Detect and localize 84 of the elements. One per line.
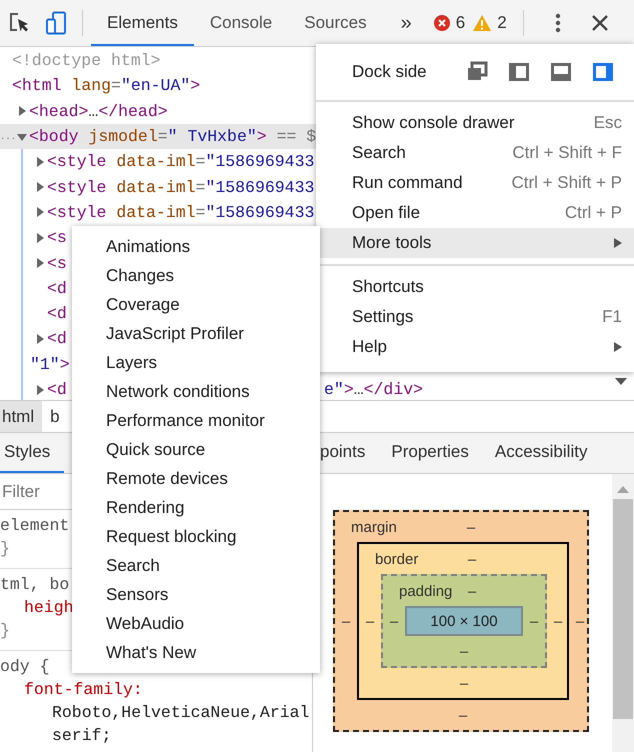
dock-position-icon[interactable] <box>550 61 572 83</box>
code-line[interactable]: <head>…</head> <box>29 102 168 121</box>
code-line[interactable]: <s <box>47 254 67 273</box>
device-toolbar-icon[interactable] <box>44 11 68 35</box>
menu-item[interactable]: Request blocking <box>72 522 320 551</box>
warning-icon <box>473 15 492 31</box>
expand-arrow-icon[interactable] <box>35 182 45 192</box>
dock-position-icon[interactable] <box>592 61 614 83</box>
menu-item[interactable]: Search Ctrl + Shift + F <box>316 138 634 168</box>
css-line: heigh <box>23 598 74 619</box>
menu-item[interactable]: Run command Ctrl + Shift + P <box>316 168 634 198</box>
menu-item[interactable]: Performance monitor <box>72 406 320 435</box>
content-box: 100 × 100 <box>405 606 523 636</box>
panel-tab[interactable]: Sources <box>288 0 383 46</box>
box-value: – <box>468 582 476 600</box>
expand-arrow-icon[interactable] <box>35 207 45 218</box>
css-line: ody { <box>0 657 50 678</box>
menu-item[interactable]: WebAudio <box>72 609 320 638</box>
scrollbar-thumb[interactable] <box>613 499 633 719</box>
css-line: font-family: <box>23 680 143 701</box>
box-label: padding <box>399 582 452 600</box>
code-line[interactable]: <d <box>47 278 67 298</box>
box-value: – <box>458 674 470 694</box>
menu-item[interactable]: Network conditions <box>72 377 320 406</box>
expand-arrow-icon[interactable] <box>17 106 27 116</box>
box-value: – <box>466 518 476 536</box>
error-count: 6 <box>456 13 466 33</box>
scroll-down-icon[interactable] <box>615 378 627 385</box>
sidebar-tab[interactable]: Accessibility <box>494 433 606 473</box>
code-line[interactable]: <style data-iml="1586969433 <box>47 152 314 172</box>
dock-position-icon[interactable] <box>508 61 530 83</box>
css-line: } <box>0 621 10 642</box>
box-value: – <box>528 612 540 632</box>
box-value: – <box>458 642 470 662</box>
box-value: – <box>364 612 376 632</box>
code-line[interactable]: <d <box>47 380 67 399</box>
css-line: serif; <box>51 726 112 747</box>
css-line: element <box>0 516 70 537</box>
expand-arrow-icon[interactable] <box>35 384 45 394</box>
box-value: – <box>388 612 400 632</box>
code-line[interactable]: "1"> <box>30 354 70 374</box>
menu-item[interactable]: Sensors <box>72 580 320 609</box>
breadcrumb[interactable]: html <box>0 401 42 432</box>
panel-tab[interactable]: Console <box>194 0 288 46</box>
menu-item[interactable]: Open file Ctrl + P <box>316 198 634 228</box>
menu-label: Dock side <box>352 62 428 82</box>
code-line[interactable]: <html lang="en-UA"> <box>12 76 200 96</box>
more-tabs-button[interactable]: » <box>400 12 412 34</box>
css-line: tml, bo <box>0 575 70 596</box>
panel-tab[interactable]: Elements <box>91 0 194 46</box>
box-value: – <box>340 612 352 632</box>
expand-arrow-icon[interactable] <box>35 258 45 268</box>
breadcrumb[interactable]: b <box>48 401 68 432</box>
code-line[interactable]: <d <box>47 329 67 348</box>
box-value: – <box>458 706 468 726</box>
dock-position-icon[interactable] <box>466 61 488 83</box>
menu-item[interactable]: What's New <box>72 638 320 667</box>
error-icon <box>434 15 450 31</box>
box-label: border <box>375 550 418 568</box>
code-line[interactable]: e">…</div> <box>324 380 424 399</box>
menu-item[interactable]: Rendering <box>72 493 320 522</box>
warning-count: 2 <box>497 13 507 33</box>
sidebar-tab[interactable]: Properties <box>391 433 487 473</box>
code-line[interactable]: <body jsmodel=" TvHxbe"> == $ <box>29 127 316 146</box>
expand-arrow-icon[interactable] <box>35 232 45 243</box>
box-value: – <box>468 550 476 568</box>
box-value: – <box>574 612 586 632</box>
code-line[interactable]: <style data-iml="1586969433 <box>47 202 314 222</box>
box-label: margin <box>351 518 397 536</box>
collapse-arrow-icon[interactable] <box>17 132 27 142</box>
box-value: – <box>552 612 564 632</box>
menu-item[interactable]: Remote devices <box>72 464 320 493</box>
sidebar-tab[interactable]: points <box>320 433 384 473</box>
expand-arrow-icon[interactable] <box>35 156 45 167</box>
selection-marker: ... <box>0 132 16 142</box>
code-line[interactable]: <s <box>47 228 67 248</box>
css-line: Roboto,HelveticaNeue,Arial <box>51 703 310 724</box>
expand-arrow-icon[interactable] <box>35 334 45 344</box>
css-line: } <box>0 539 10 560</box>
code-line[interactable]: <style data-iml="1586969433 <box>47 178 314 197</box>
menu-item[interactable]: Search <box>72 551 320 580</box>
code-line[interactable]: <d <box>47 304 67 324</box>
menu-item[interactable]: Show console drawer Esc <box>316 108 634 138</box>
menu-item[interactable]: Quick source <box>72 435 320 464</box>
